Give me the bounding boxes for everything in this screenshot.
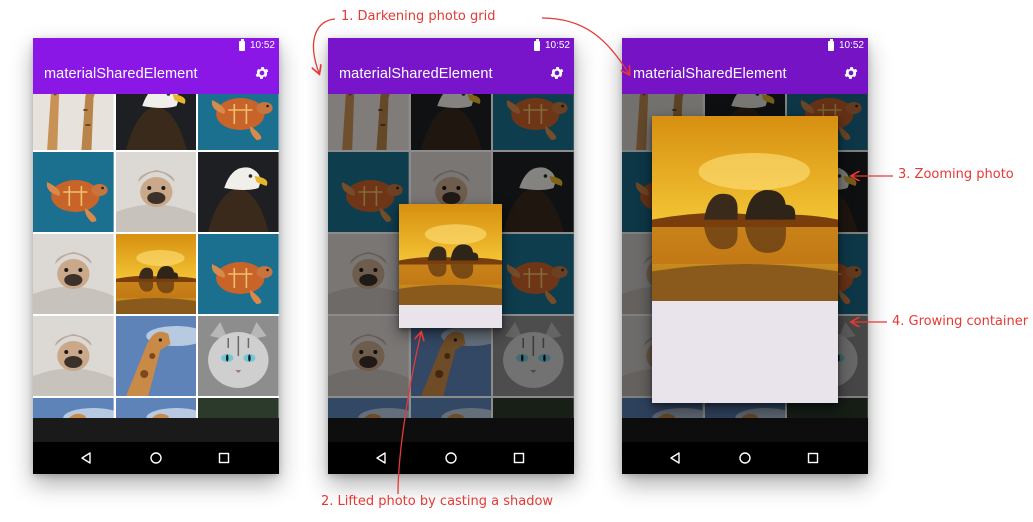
pug-photo[interactable] — [328, 234, 409, 314]
giraffe-photo[interactable] — [33, 398, 114, 418]
pug-photo[interactable] — [115, 152, 197, 232]
app-title: materialSharedElement — [339, 66, 493, 82]
gear-icon[interactable] — [549, 65, 565, 81]
back-triangle-icon[interactable] — [79, 451, 93, 465]
eagle-photo[interactable] — [198, 152, 279, 232]
eagle-photo[interactable] — [493, 152, 574, 232]
giraffe-photo[interactable] — [115, 316, 197, 396]
turtle-photo[interactable] — [33, 152, 114, 232]
back-triangle-icon[interactable] — [668, 451, 682, 465]
pug-photo[interactable] — [33, 316, 114, 396]
growing-container[interactable] — [652, 116, 838, 403]
app-title: materialSharedElement — [633, 66, 787, 82]
recents-square-icon[interactable] — [217, 451, 231, 465]
lifted-photo-card[interactable] — [399, 204, 502, 328]
elephants-photo — [399, 204, 502, 305]
hawk-photo[interactable] — [493, 398, 574, 418]
annotation-step-2: 2. Lifted photo by casting a shadow — [321, 494, 554, 509]
battery-icon — [534, 39, 540, 51]
app-title: materialSharedElement — [44, 66, 198, 82]
app-toolbar: materialSharedElement — [328, 55, 574, 94]
cat-photo[interactable] — [198, 316, 279, 396]
recents-square-icon[interactable] — [512, 451, 526, 465]
pug-photo[interactable] — [33, 234, 114, 314]
hawk-photo[interactable] — [198, 398, 279, 418]
turtle-photo[interactable] — [493, 234, 574, 314]
phone-screen-1: 10:52 materialSharedElement — [33, 38, 279, 474]
annotation-step-4: 4. Growing container — [892, 314, 1029, 329]
giraffe-photo[interactable] — [115, 398, 197, 418]
turtle-photo[interactable] — [328, 152, 409, 232]
giraffe-photo[interactable] — [410, 316, 492, 396]
status-clock: 10:52 — [249, 40, 275, 51]
status-bar: 10:52 — [622, 38, 868, 55]
phone-screen-2: 10:52 materialSharedElement — [328, 38, 574, 474]
home-circle-icon[interactable] — [738, 451, 752, 465]
gear-icon[interactable] — [254, 65, 270, 81]
annotation-step-1: 1. Darkening photo grid — [341, 9, 496, 24]
battery-icon — [239, 39, 245, 51]
gear-icon[interactable] — [843, 65, 859, 81]
status-clock: 10:52 — [544, 40, 570, 51]
photo-grid — [33, 70, 279, 418]
app-toolbar: materialSharedElement — [33, 55, 279, 94]
battery-icon — [828, 39, 834, 51]
nav-bar — [328, 442, 574, 474]
home-circle-icon[interactable] — [149, 451, 163, 465]
turtle-photo[interactable] — [198, 234, 279, 314]
nav-bar — [33, 442, 279, 474]
pug-photo[interactable] — [328, 316, 409, 396]
nav-bar — [622, 442, 868, 474]
giraffe-photo[interactable] — [410, 398, 492, 418]
home-circle-icon[interactable] — [444, 451, 458, 465]
phone-screen-3: 10:52 materialSharedElement — [622, 38, 868, 474]
status-clock: 10:52 — [838, 40, 864, 51]
giraffe-photo[interactable] — [328, 398, 409, 418]
recents-square-icon[interactable] — [806, 451, 820, 465]
elephants-photo[interactable] — [115, 234, 197, 314]
elephants-photo — [652, 116, 838, 301]
annotation-step-3: 3. Zooming photo — [898, 167, 1014, 182]
status-bar: 10:52 — [33, 38, 279, 55]
back-triangle-icon[interactable] — [374, 451, 388, 465]
cat-photo[interactable] — [493, 316, 574, 396]
status-bar: 10:52 — [328, 38, 574, 55]
app-toolbar: materialSharedElement — [622, 55, 868, 94]
